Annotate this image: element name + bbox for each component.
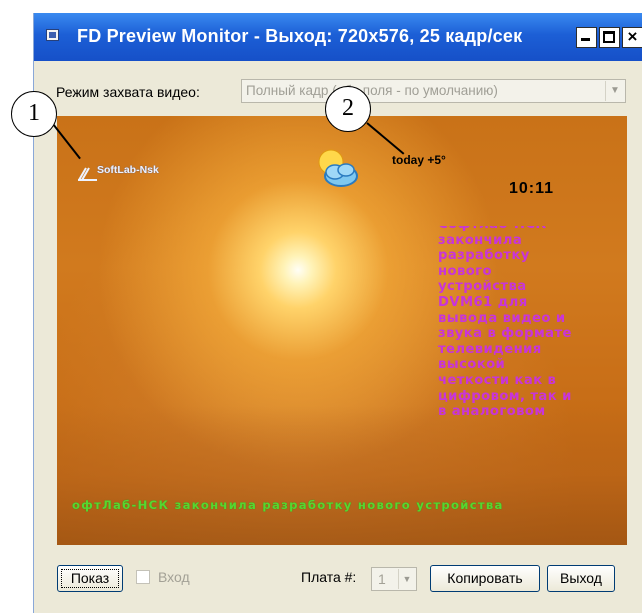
capture-mode-select[interactable]: Полный кадр (оба поля - по умолчанию) ▼ <box>241 79 626 103</box>
weather-text: today +5° <box>392 153 446 167</box>
minimize-button[interactable] <box>576 27 597 48</box>
callout-2: 2 <box>325 86 371 132</box>
logo-swoosh-icon <box>78 167 97 181</box>
show-button-label: Показ <box>70 570 110 586</box>
board-select[interactable]: 1 ▼ <box>371 567 417 591</box>
minimize-icon <box>581 38 590 41</box>
weather-icon <box>318 149 358 187</box>
maximize-button[interactable] <box>599 27 620 48</box>
news-text: Софтлаб-НСК закончила разработку нового … <box>438 226 572 420</box>
clock: 10:11 <box>509 180 555 197</box>
chevron-down-icon[interactable]: ▼ <box>605 81 624 101</box>
capture-mode-value: Полный кадр (оба поля - по умолчанию) <box>246 83 498 98</box>
callout-1: 1 <box>11 91 57 137</box>
show-button[interactable]: Показ <box>57 565 123 592</box>
chevron-down-icon[interactable]: ▼ <box>398 569 415 589</box>
board-value: 1 <box>378 571 386 587</box>
title-bar[interactable]: FD Preview Monitor - Выход: 720x576, 25 … <box>34 13 642 61</box>
app-icon <box>46 29 59 41</box>
news-ticker: офтЛаб-НСК закончила разработку нового у… <box>72 498 627 516</box>
input-checkbox-label: Вход <box>158 569 190 585</box>
input-checkbox[interactable] <box>136 570 150 584</box>
ticker-text: офтЛаб-НСК закончила разработку нового у… <box>72 498 504 512</box>
maximize-icon <box>603 31 615 43</box>
close-icon: × <box>627 27 638 46</box>
exit-button[interactable]: Выход <box>547 565 615 592</box>
copy-button[interactable]: Копировать <box>430 565 540 592</box>
close-button[interactable]: × <box>622 27 642 48</box>
board-label: Плата #: <box>301 569 357 585</box>
softlab-logo: SoftLab-Nsk <box>78 163 190 183</box>
logo-text: SoftLab-Nsk <box>97 164 159 176</box>
news-text-block: Софтлаб-НСК закончила разработку нового … <box>438 226 608 436</box>
capture-mode-label: Режим захвата видео: <box>56 84 200 100</box>
window-title: FD Preview Monitor - Выход: 720x576, 25 … <box>77 26 523 46</box>
